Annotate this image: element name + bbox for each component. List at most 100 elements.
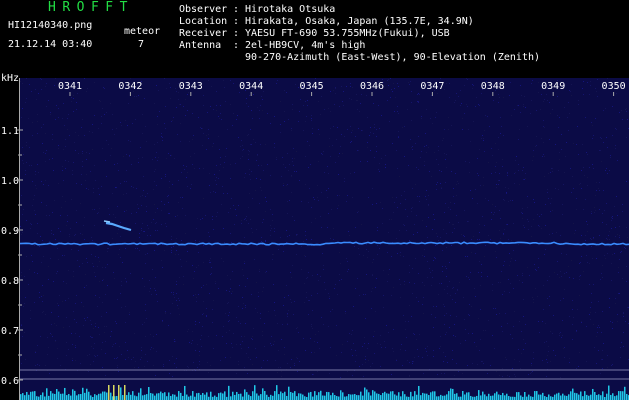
baseline-spike: [126, 395, 128, 400]
noise-speck: [372, 262, 373, 263]
noise-speck: [341, 352, 342, 353]
noise-speck: [98, 128, 99, 129]
noise-speck: [252, 339, 253, 340]
noise-speck: [552, 210, 553, 211]
noise-speck: [550, 331, 551, 332]
noise-speck: [206, 149, 207, 150]
noise-speck: [107, 264, 108, 265]
noise-speck: [528, 374, 529, 375]
noise-speck: [565, 156, 566, 157]
baseline-spike: [164, 392, 166, 400]
baseline-spike: [140, 388, 142, 400]
noise-speck: [535, 288, 536, 289]
noise-speck: [469, 304, 470, 305]
noise-speck: [91, 337, 92, 338]
noise-speck: [88, 371, 89, 372]
baseline-spike: [182, 395, 184, 400]
noise-speck: [83, 325, 84, 326]
noise-speck: [561, 149, 562, 150]
baseline-spike: [48, 395, 50, 400]
noise-speck: [146, 206, 147, 207]
baseline-spike: [258, 395, 260, 400]
noise-speck: [86, 152, 87, 153]
baseline-spike: [110, 392, 112, 400]
noise-speck: [145, 126, 146, 127]
noise-speck: [180, 104, 181, 105]
noise-speck: [549, 305, 550, 306]
noise-speck: [161, 260, 162, 261]
noise-speck: [181, 172, 182, 173]
noise-speck: [597, 327, 598, 328]
baseline-spike: [476, 395, 478, 400]
noise-speck: [607, 239, 608, 240]
noise-speck: [409, 265, 410, 266]
noise-speck: [471, 306, 472, 307]
noise-speck: [248, 347, 249, 348]
noise-speck: [220, 105, 221, 106]
noise-speck: [601, 332, 602, 333]
noise-speck: [28, 118, 29, 119]
noise-speck: [55, 341, 56, 342]
noise-speck: [230, 279, 231, 280]
noise-speck: [227, 129, 228, 130]
noise-speck: [603, 110, 604, 111]
noise-speck: [512, 338, 513, 339]
noise-speck: [321, 192, 322, 193]
baseline-spike: [286, 395, 288, 400]
noise-speck: [327, 166, 328, 167]
noise-speck: [182, 197, 183, 198]
noise-speck: [213, 109, 214, 110]
noise-speck: [74, 319, 75, 320]
noise-speck: [423, 373, 424, 374]
noise-speck: [60, 231, 61, 232]
noise-speck: [191, 343, 192, 344]
noise-speck: [118, 371, 119, 372]
noise-speck: [185, 233, 186, 234]
noise-speck: [306, 297, 307, 298]
baseline-spike: [94, 394, 96, 400]
noise-speck: [442, 250, 443, 251]
noise-speck: [203, 105, 204, 106]
noise-speck: [601, 273, 602, 274]
noise-speck: [219, 149, 220, 150]
noise-speck: [544, 254, 545, 255]
baseline-spike: [340, 390, 342, 400]
noise-speck: [328, 213, 329, 214]
noise-speck: [350, 83, 351, 84]
noise-speck: [369, 135, 370, 136]
noise-speck: [337, 294, 338, 295]
baseline-spike: [342, 392, 344, 400]
noise-speck: [570, 168, 571, 169]
noise-speck: [450, 202, 451, 203]
noise-speck: [458, 222, 459, 223]
noise-speck: [627, 307, 628, 308]
noise-speck: [564, 107, 565, 108]
noise-speck: [258, 165, 259, 166]
noise-speck: [166, 158, 167, 159]
noise-speck: [259, 110, 260, 111]
noise-speck: [409, 84, 410, 85]
noise-speck: [289, 164, 290, 165]
noise-speck: [183, 284, 184, 285]
noise-speck: [168, 325, 169, 326]
noise-speck: [519, 129, 520, 130]
noise-speck: [420, 157, 421, 158]
noise-speck: [325, 289, 326, 290]
noise-speck: [26, 78, 27, 79]
noise-speck: [451, 171, 452, 172]
noise-speck: [371, 291, 372, 292]
noise-speck: [502, 376, 503, 377]
noise-speck: [172, 356, 173, 357]
noise-speck: [357, 150, 358, 151]
noise-speck: [491, 212, 492, 213]
noise-speck: [548, 198, 549, 199]
baseline-spike: [296, 396, 298, 400]
noise-speck: [69, 236, 70, 237]
noise-speck: [483, 363, 484, 364]
noise-speck: [244, 367, 245, 368]
noise-speck: [21, 363, 22, 364]
noise-speck: [58, 108, 59, 109]
noise-speck: [482, 216, 483, 217]
noise-speck: [250, 129, 251, 130]
noise-speck: [458, 96, 459, 97]
